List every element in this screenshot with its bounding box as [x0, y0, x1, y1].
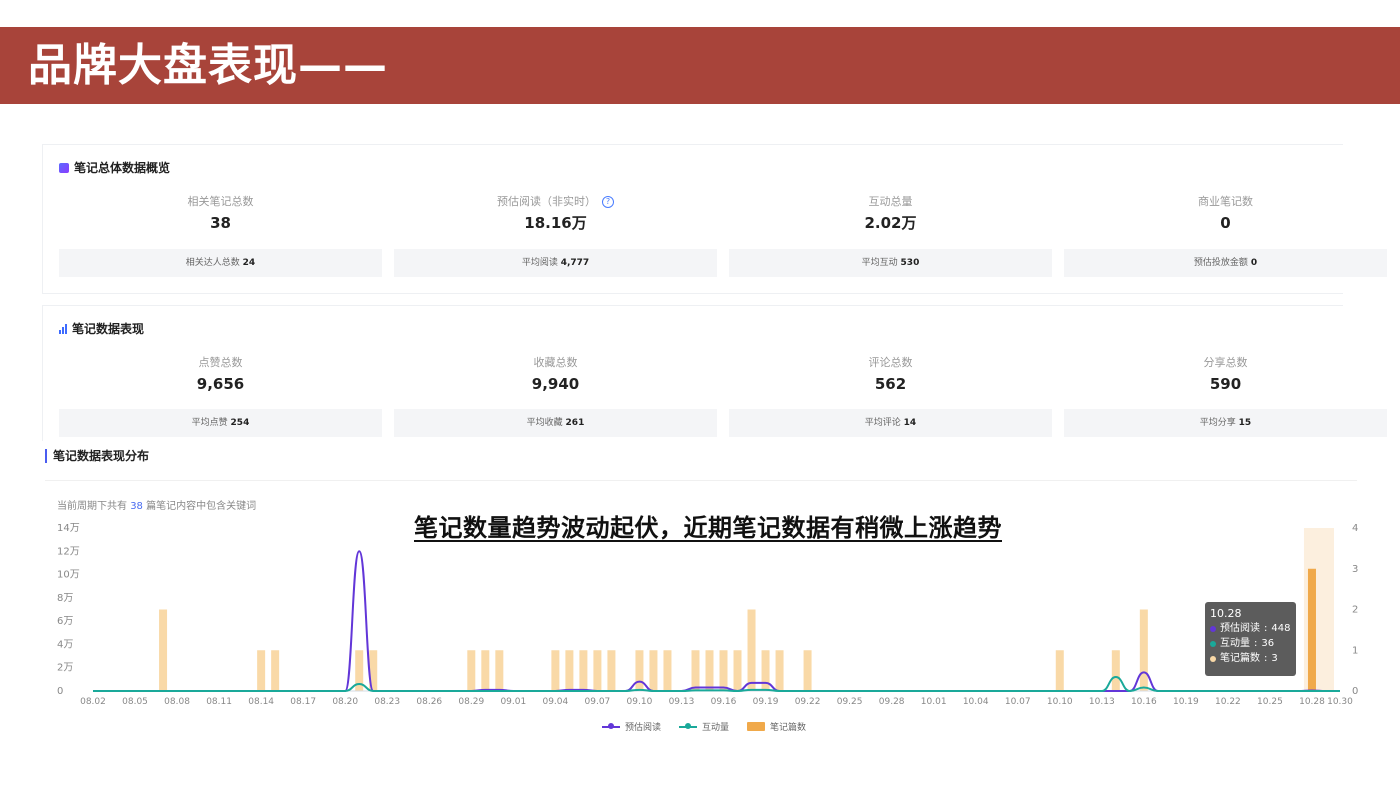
metric-label: 评论总数 — [868, 356, 913, 369]
metric-commercial-notes: 商业笔记数 0 — [1064, 195, 1387, 233]
metric-collections: 收藏总数 9,940 — [394, 356, 717, 394]
overview-title: 笔记总体数据概览 — [74, 161, 171, 175]
metric-related-notes: 相关笔记总数 38 — [59, 195, 382, 233]
note-count: 38 — [130, 501, 143, 512]
metric-value: 38 — [210, 214, 231, 232]
legend-item-interact[interactable]: 互动量 — [679, 720, 729, 733]
metric-label: 分享总数 — [1203, 356, 1248, 369]
metric-shares: 分享总数 590 — [1064, 356, 1387, 394]
tooltip-date: 10.28 — [1210, 607, 1242, 620]
page-title: 品牌大盘表现—— — [28, 40, 388, 91]
metric-value: 9,940 — [531, 375, 580, 393]
performance-card: 笔记数据表现 点赞总数 9,656 收藏总数 9,940 评论总数 562 分享… — [42, 305, 1387, 441]
performance-title: 笔记数据表现 — [72, 322, 145, 336]
tooltip-row-interact: 互动量:36 — [1210, 636, 1291, 651]
metric-label: 相关笔记总数 — [187, 195, 254, 208]
sub-related-creators: 相关达人总数 24 — [59, 249, 382, 277]
overview-header: 笔记总体数据概览 — [59, 159, 170, 176]
chart-legend: 预估阅读 互动量 笔记篇数 — [602, 720, 806, 733]
metric-label: 点赞总数 — [198, 356, 243, 369]
overview-card: 笔记总体数据概览 相关笔记总数 38 预估阅读（非实时）? 18.16万 互动总… — [42, 144, 1387, 294]
metric-label: 预估阅读（非实时） — [497, 195, 596, 208]
metric-value: 0 — [1220, 214, 1231, 232]
sub-average-shares: 平均分享 15 — [1064, 409, 1387, 437]
metric-value: 590 — [1209, 375, 1242, 393]
tooltip-row-read: 预估阅读:448 — [1210, 621, 1291, 636]
metric-value: 2.02万 — [864, 214, 917, 232]
sub-average-reads: 平均阅读 4,777 — [394, 249, 717, 277]
metric-value: 562 — [874, 375, 907, 393]
metric-label: 商业笔记数 — [1198, 195, 1253, 208]
legend-item-notes[interactable]: 笔记篇数 — [747, 720, 806, 733]
sub-average-interactions: 平均互动 530 — [729, 249, 1052, 277]
metric-likes: 点赞总数 9,656 — [59, 356, 382, 394]
metric-estimated-reads: 预估阅读（非实时）? 18.16万 — [394, 195, 717, 233]
metric-label: 收藏总数 — [533, 356, 578, 369]
sub-average-collections: 平均收藏 261 — [394, 409, 717, 437]
distribution-title: 笔记数据表现分布 — [45, 449, 149, 463]
metric-label: 互动总量 — [868, 195, 913, 208]
sub-estimated-spend: 预估投放金额 0 — [1064, 249, 1387, 277]
sub-average-comments: 平均评论 14 — [729, 409, 1052, 437]
title-banner: 品牌大盘表现—— — [0, 27, 1400, 104]
metric-comments: 评论总数 562 — [729, 356, 1052, 394]
metric-value: 9,656 — [196, 375, 245, 393]
metric-total-interactions: 互动总量 2.02万 — [729, 195, 1052, 233]
metric-value: 18.16万 — [524, 214, 587, 232]
help-icon[interactable]: ? — [602, 196, 614, 208]
performance-header: 笔记数据表现 — [59, 320, 144, 337]
tooltip-row-notes: 笔记篇数:3 — [1210, 651, 1291, 666]
legend-item-read[interactable]: 预估阅读 — [602, 720, 661, 733]
overlay-annotation: 笔记数量趋势波动起伏，近期笔记数据有稍微上涨趋势 — [414, 514, 1002, 542]
bar-chart-icon — [59, 323, 67, 334]
sub-average-likes: 平均点赞 254 — [59, 409, 382, 437]
chart-tooltip: 10.28 预估阅读:448 互动量:36 笔记篇数:3 — [1205, 602, 1296, 676]
overview-icon — [59, 162, 69, 173]
chart-note: 当前周期下共有 38 篇笔记内容中包含关键词 — [57, 501, 257, 512]
